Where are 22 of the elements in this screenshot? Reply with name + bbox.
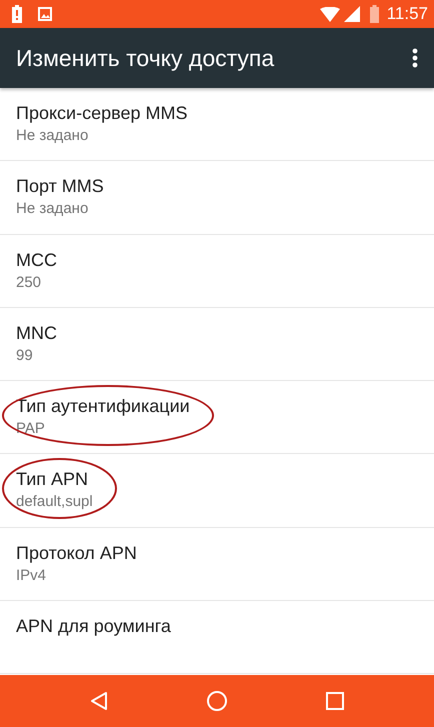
- setting-title[interactable]: MNC: [16, 320, 57, 345]
- setting-title[interactable]: MCC: [16, 248, 57, 272]
- setting-value: Не задано: [16, 199, 90, 220]
- status-time: 11:57: [386, 4, 428, 24]
- app-title: Изменить точку доступа: [16, 44, 276, 72]
- setting-value: default,supl: [16, 492, 93, 512]
- setting-title[interactable]: Тип APN: [16, 467, 93, 492]
- setting-value: PAP: [16, 419, 46, 440]
- battery-icon: [370, 5, 379, 23]
- image-icon: [38, 7, 52, 21]
- setting-title[interactable]: APN для роуминга: [16, 614, 171, 638]
- signal-icon: [344, 6, 360, 22]
- setting-value: Не задано: [16, 126, 90, 146]
- setting-title[interactable]: Прокси-сервер MMS: [16, 101, 188, 125]
- setting-value: 99: [16, 346, 34, 366]
- setting-value: IPv4: [16, 566, 48, 586]
- battery-alert-icon: [12, 5, 22, 23]
- setting-title[interactable]: Тип аутентификации: [16, 394, 190, 418]
- setting-title[interactable]: Порт MMS: [16, 174, 104, 198]
- setting-title[interactable]: Протокол APN: [16, 540, 137, 565]
- wifi-icon: [320, 6, 340, 22]
- setting-value: 250: [16, 272, 42, 293]
